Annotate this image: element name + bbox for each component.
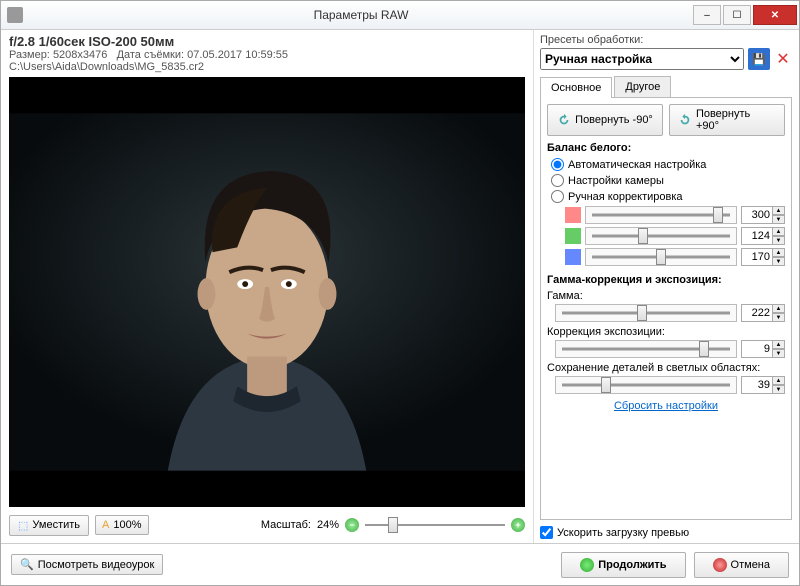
presets-select[interactable]: Ручная настройка [540,48,744,70]
exposure-input[interactable] [741,340,773,358]
image-metadata: f/2.8 1/60сек ISO-200 50мм Размер: 5208x… [9,34,525,73]
delete-preset-button[interactable]: ✕ [774,50,792,68]
wb-green-input[interactable] [741,227,773,245]
window-title: Параметры RAW [29,8,693,22]
exposure-label: Коррекция экспозиции: [547,326,785,338]
cancel-icon [713,558,727,572]
wb-blue-input[interactable] [741,248,773,266]
highlight-input[interactable] [741,376,773,394]
wb-blue-spin[interactable]: ▲▼ [773,248,785,266]
watch-tutorial-button[interactable]: 🔍 Посмотреть видеоурок [11,554,163,575]
size-label: Размер: [9,49,50,61]
image-preview [9,77,525,507]
file-path: C:\Users\Aida\Downloads\MG_5835.cr2 [9,61,525,73]
wb-red-input[interactable] [741,206,773,224]
save-preset-button[interactable]: 💾 [748,48,770,70]
fit-button[interactable]: ⬚Уместить [9,515,89,536]
tab-main[interactable]: Основное [540,77,612,98]
rotate-right-icon [678,113,692,127]
reset-link[interactable]: Сбросить настройки [547,400,785,412]
scale-label: Масштаб: [261,519,311,531]
gamma-title: Гамма-коррекция и экспозиция: [547,274,785,286]
tutorial-icon: 🔍 [20,558,34,571]
wb-auto-radio[interactable]: Автоматическая настройка [551,158,785,171]
wb-red-spin[interactable]: ▲▼ [773,206,785,224]
exposure-heading: f/2.8 1/60сек ISO-200 50мм [9,34,525,49]
zoom-in-button[interactable]: + [511,518,525,532]
blue-swatch [565,249,581,265]
rotate-left-icon [557,113,571,127]
date-label: Дата съёмки: [117,49,184,61]
highlight-label: Сохранение деталей в светлых областях: [547,362,785,374]
wb-camera-radio[interactable]: Настройки камеры [551,174,785,187]
zoom-100-button[interactable]: A 100% [95,515,148,535]
app-icon [7,7,23,23]
exposure-slider[interactable] [555,340,737,358]
zoom-slider[interactable] [365,517,505,533]
ok-icon [580,558,594,572]
wb-green-spin[interactable]: ▲▼ [773,227,785,245]
minimize-button[interactable]: – [693,5,721,25]
rotate-left-button[interactable]: Повернуть -90° [547,104,663,136]
gamma-slider[interactable] [555,304,737,322]
date-value: 07.05.2017 10:59:55 [187,49,288,61]
highlight-slider[interactable] [555,376,737,394]
gamma-input[interactable] [741,304,773,322]
gamma-spin[interactable]: ▲▼ [773,304,785,322]
close-button[interactable]: ✕ [753,5,797,25]
continue-button[interactable]: Продолжить [561,552,685,578]
rotate-right-button[interactable]: Повернуть +90° [669,104,785,136]
maximize-button[interactable]: ☐ [723,5,751,25]
exposure-spin[interactable]: ▲▼ [773,340,785,358]
wb-red-slider[interactable] [585,206,737,224]
wb-title: Баланс белого: [547,142,785,154]
zoom-out-button[interactable]: − [345,518,359,532]
presets-label: Пресеты обработки: [540,34,792,46]
cancel-button[interactable]: Отмена [694,552,789,578]
size-value: 5208x3476 [53,49,107,61]
wb-blue-slider[interactable] [585,248,737,266]
red-swatch [565,207,581,223]
titlebar: Параметры RAW – ☐ ✕ [1,1,799,30]
gamma-label: Гамма: [547,290,785,302]
scale-value: 24% [317,519,339,531]
highlight-spin[interactable]: ▲▼ [773,376,785,394]
wb-manual-radio[interactable]: Ручная корректировка [551,190,785,203]
green-swatch [565,228,581,244]
tab-other[interactable]: Другое [614,76,671,97]
accelerate-preview-checkbox[interactable]: Ускорить загрузку превью [540,526,792,539]
wb-green-slider[interactable] [585,227,737,245]
